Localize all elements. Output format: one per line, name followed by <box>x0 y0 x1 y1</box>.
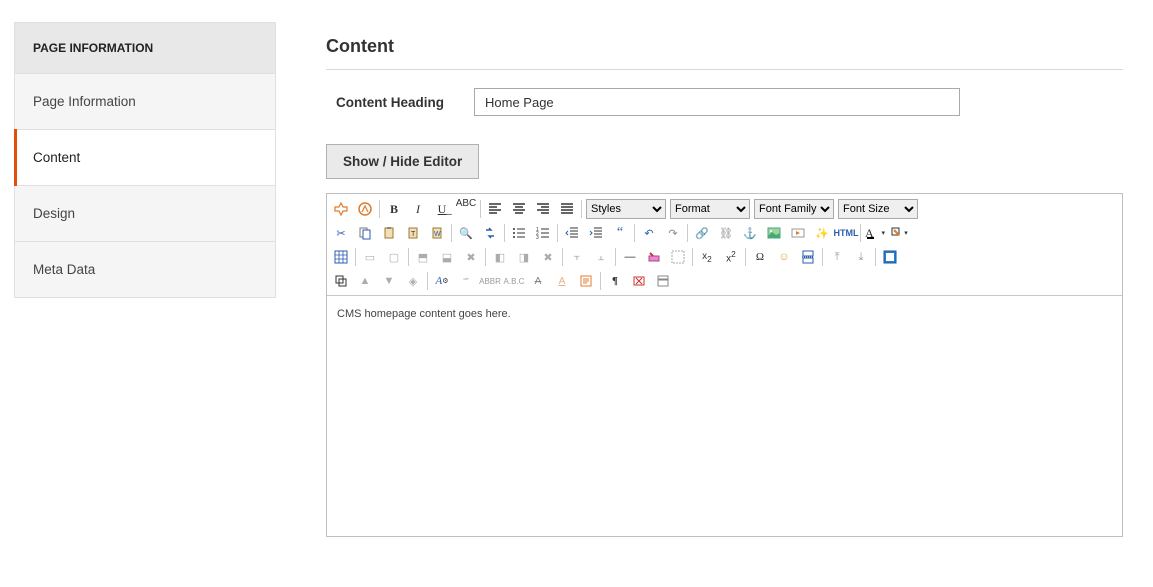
cell-props-icon[interactable]: ▢ <box>383 246 405 268</box>
bold-icon[interactable]: B <box>383 198 405 220</box>
visualchars-icon[interactable]: ¶ <box>604 270 626 292</box>
layer-icon[interactable] <box>330 270 352 292</box>
cite-icon[interactable]: “” <box>455 270 477 292</box>
link-icon[interactable]: 🔗 <box>691 222 713 244</box>
content-heading-input[interactable] <box>474 88 960 116</box>
align-justify-icon[interactable] <box>556 198 578 220</box>
absolute-icon[interactable]: ◈ <box>402 270 424 292</box>
align-right-icon[interactable] <box>532 198 554 220</box>
sidebar-item-meta-data[interactable]: Meta Data <box>14 242 276 298</box>
numbered-list-icon[interactable]: 123 <box>532 222 554 244</box>
align-left-icon[interactable] <box>484 198 506 220</box>
sidebar-item-label: Design <box>33 206 75 221</box>
acronym-icon[interactable]: A.B.C <box>503 270 525 292</box>
paste-icon[interactable] <box>378 222 400 244</box>
insert-col-after-icon[interactable]: ◨ <box>513 246 535 268</box>
bullet-list-icon[interactable] <box>508 222 530 244</box>
paste-text-icon[interactable]: T <box>402 222 424 244</box>
align-center-icon[interactable] <box>508 198 530 220</box>
font-family-select[interactable]: Font Family <box>754 199 834 219</box>
cleanup-icon[interactable]: ✨ <box>811 222 833 244</box>
sidebar-item-label: Content <box>33 150 80 165</box>
image-icon[interactable] <box>763 222 785 244</box>
format-select[interactable]: Format <box>670 199 750 219</box>
merge-cells-icon[interactable]: ⫠ <box>590 246 612 268</box>
show-hide-editor-button[interactable]: Show / Hide Editor <box>326 144 479 179</box>
subscript-icon[interactable]: x2 <box>696 246 718 268</box>
insert-space-after-icon[interactable]: ⤓ <box>850 246 872 268</box>
emoticon-icon[interactable]: ☺ <box>773 246 795 268</box>
ins-icon[interactable]: A <box>551 270 573 292</box>
media-icon[interactable] <box>787 222 809 244</box>
copy-icon[interactable] <box>354 222 376 244</box>
sidebar-item-design[interactable]: Design <box>14 186 276 242</box>
pagebreak-icon[interactable] <box>797 246 819 268</box>
blockquote-icon[interactable]: “ <box>609 222 631 244</box>
widget-icon[interactable] <box>330 198 352 220</box>
sidebar-item-label: Meta Data <box>33 262 95 277</box>
visual-aid-icon[interactable] <box>667 246 689 268</box>
styleprops-icon[interactable]: A⚙ <box>431 270 453 292</box>
table-icon[interactable] <box>330 246 352 268</box>
insert-row-after-icon[interactable]: ⬓ <box>436 246 458 268</box>
forecolor-icon[interactable]: A▾ <box>864 222 886 244</box>
content-heading-label: Content Heading <box>326 95 474 110</box>
row-props-icon[interactable]: ▭ <box>359 246 381 268</box>
cut-icon[interactable]: ✂ <box>330 222 352 244</box>
editor-toolbar: B I U ABC— Styles Format <box>327 194 1122 296</box>
variable-icon[interactable] <box>354 198 376 220</box>
sidebar-item-page-information[interactable]: Page Information <box>14 74 276 130</box>
backcolor-icon[interactable]: ▾ <box>888 222 910 244</box>
outdent-icon[interactable] <box>561 222 583 244</box>
remove-format-icon[interactable] <box>643 246 665 268</box>
svg-text:T: T <box>411 231 416 238</box>
font-size-select[interactable]: Font Size <box>838 199 918 219</box>
redo-icon[interactable]: ↷ <box>662 222 684 244</box>
del-icon[interactable]: A <box>527 270 549 292</box>
replace-icon[interactable] <box>479 222 501 244</box>
backward-icon[interactable]: ▼ <box>378 270 400 292</box>
undo-icon[interactable]: ↶ <box>638 222 660 244</box>
fullscreen-icon[interactable] <box>879 246 901 268</box>
wysiwyg-editor: B I U ABC— Styles Format <box>326 193 1123 537</box>
attribs-icon[interactable] <box>575 270 597 292</box>
split-cells-icon[interactable]: ⫟ <box>566 246 588 268</box>
svg-text:W: W <box>434 231 441 238</box>
delete-col-icon[interactable]: ✖ <box>537 246 559 268</box>
charmap-icon[interactable]: Ω <box>749 246 771 268</box>
sidebar-item-label: Page Information <box>33 94 136 109</box>
delete-row-icon[interactable]: ✖ <box>460 246 482 268</box>
sidebar-header: PAGE INFORMATION <box>14 22 276 74</box>
svg-text:3: 3 <box>536 235 539 240</box>
editor-body[interactable]: CMS homepage content goes here. <box>327 296 1122 536</box>
forward-icon[interactable]: ▲ <box>354 270 376 292</box>
content-heading-row: Content Heading <box>326 88 1123 116</box>
paste-word-icon[interactable]: W <box>426 222 448 244</box>
nonbreaking-icon[interactable] <box>628 270 650 292</box>
main-content: Content Content Heading Show / Hide Edit… <box>326 22 1139 537</box>
unlink-icon[interactable]: ⛓ <box>715 222 737 244</box>
styles-select[interactable]: Styles <box>586 199 666 219</box>
html-icon[interactable]: HTML <box>835 222 857 244</box>
section-title: Content <box>326 36 1123 70</box>
superscript-icon[interactable]: x2 <box>720 246 742 268</box>
anchor-icon[interactable]: ⚓ <box>739 222 761 244</box>
sidebar: PAGE INFORMATION Page Information Conten… <box>14 22 276 537</box>
indent-icon[interactable] <box>585 222 607 244</box>
strikethrough-icon[interactable]: ABC— <box>455 198 477 220</box>
find-icon[interactable]: 🔍 <box>455 222 477 244</box>
template-icon[interactable] <box>652 270 674 292</box>
abbr-icon[interactable]: ABBR <box>479 270 501 292</box>
hr-icon[interactable]: — <box>619 246 641 268</box>
insert-col-before-icon[interactable]: ◧ <box>489 246 511 268</box>
insert-row-before-icon[interactable]: ⬒ <box>412 246 434 268</box>
insert-space-before-icon[interactable]: ⤒ <box>826 246 848 268</box>
sidebar-item-content[interactable]: Content <box>14 130 276 186</box>
italic-icon[interactable]: I <box>407 198 429 220</box>
